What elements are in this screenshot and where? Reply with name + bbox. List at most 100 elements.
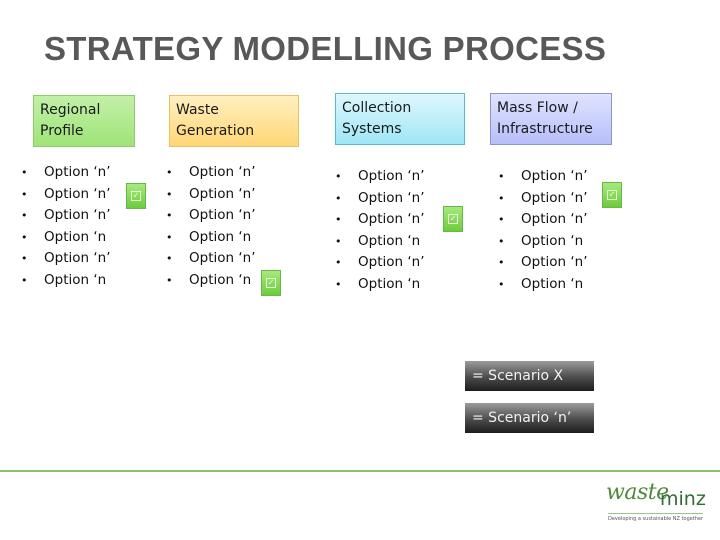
bullet-icon: • bbox=[498, 277, 505, 291]
option-label: Option ‘n’ bbox=[358, 211, 425, 228]
list-item[interactable]: • Option ‘n’ bbox=[498, 209, 588, 231]
option-label: Option ‘n’ bbox=[358, 254, 425, 271]
option-label: Option ‘n’ bbox=[44, 164, 111, 180]
bullet-icon: • bbox=[166, 273, 173, 287]
legend-scenario-n: = Scenario ‘n’ bbox=[465, 403, 594, 433]
list-item[interactable]: • Option ‘n’ bbox=[498, 252, 588, 274]
options-list-waste-generation: • Option ‘n’ • Option ‘n’ • Option ‘n’ • Opt… bbox=[166, 162, 256, 292]
list-item[interactable]: • Option ‘n’ bbox=[166, 184, 256, 206]
bullet-icon: • bbox=[335, 170, 342, 183]
option-label: Option ‘n’ bbox=[44, 207, 111, 224]
option-label: Option ‘n’ bbox=[44, 250, 111, 267]
option-label: Option ‘n’ bbox=[189, 250, 256, 267]
bullet-icon: • bbox=[166, 252, 173, 266]
header-waste-generation: Waste Generation bbox=[169, 95, 299, 147]
option-label: Option ‘n bbox=[189, 228, 252, 245]
option-label: Option ‘n’ bbox=[358, 189, 425, 206]
bullet-icon: • bbox=[166, 209, 173, 223]
checkbox-checked-icon[interactable]: ✓ bbox=[126, 183, 146, 209]
option-label: Option ‘n’ bbox=[189, 185, 256, 202]
bullet-icon: • bbox=[21, 187, 28, 201]
list-item[interactable]: • Option ‘n’ bbox=[335, 209, 425, 231]
check-icon: ✓ bbox=[448, 214, 458, 224]
bullet-icon: • bbox=[21, 166, 28, 179]
check-icon: ✓ bbox=[607, 190, 617, 200]
list-item[interactable]: • Option ‘n’ bbox=[335, 188, 425, 210]
option-label: Option ‘n’ bbox=[358, 168, 425, 184]
bullet-icon: • bbox=[498, 213, 505, 227]
list-item[interactable]: • Option ‘n bbox=[498, 231, 588, 253]
header-line1: Collection bbox=[342, 100, 412, 116]
list-item[interactable]: • Option ‘n’ bbox=[498, 166, 588, 188]
options-list-collection-systems: • Option ‘n’ • Option ‘n’ • Option ‘n’ • Opt… bbox=[335, 166, 425, 296]
bullet-icon: • bbox=[498, 170, 505, 183]
logo-word-minz: minz bbox=[660, 488, 706, 510]
list-item[interactable]: • Option ‘n’ bbox=[21, 184, 111, 206]
option-label: Option ‘n bbox=[358, 232, 421, 249]
list-item[interactable]: • Option ‘n’ bbox=[21, 162, 111, 184]
option-label: Option ‘n bbox=[521, 232, 584, 249]
list-item[interactable]: • Option ‘n bbox=[21, 227, 111, 249]
option-label: Option ‘n’ bbox=[521, 254, 588, 271]
list-item[interactable]: • Option ‘n’ bbox=[335, 166, 425, 188]
bullet-icon: • bbox=[335, 234, 342, 248]
list-item[interactable]: • Option ‘n bbox=[498, 274, 588, 296]
logo-rule bbox=[608, 513, 703, 514]
list-item[interactable]: • Option ‘n bbox=[335, 274, 425, 296]
header-line1: Regional bbox=[40, 102, 101, 118]
bullet-icon: • bbox=[166, 187, 173, 201]
option-label: Option ‘n bbox=[44, 271, 107, 288]
bullet-icon: • bbox=[21, 273, 28, 287]
bullet-icon: • bbox=[498, 234, 505, 248]
option-label: Option ‘n’ bbox=[189, 207, 256, 224]
list-item[interactable]: • Option ‘n’ bbox=[166, 162, 256, 184]
bullet-icon: • bbox=[335, 256, 342, 270]
header-regional-profile: Regional Profile bbox=[33, 95, 135, 147]
wasteminz-logo: waste minz Developing a sustainable NZ t… bbox=[606, 480, 706, 528]
list-item[interactable]: • Option ‘n’ bbox=[498, 188, 588, 210]
list-item[interactable]: • Option ‘n’ bbox=[21, 205, 111, 227]
bullet-icon: • bbox=[335, 213, 342, 227]
header-line1: Mass Flow / bbox=[497, 100, 578, 116]
list-item[interactable]: • Option ‘n’ bbox=[335, 252, 425, 274]
checkbox-checked-icon[interactable]: ✓ bbox=[443, 206, 463, 232]
option-label: Option ‘n bbox=[44, 228, 107, 245]
bullet-icon: • bbox=[166, 230, 173, 244]
checkbox-checked-icon[interactable]: ✓ bbox=[261, 270, 281, 296]
bullet-icon: • bbox=[21, 252, 28, 266]
bullet-icon: • bbox=[21, 209, 28, 223]
header-mass-flow-infrastructure: Mass Flow / Infrastructure bbox=[490, 93, 612, 145]
header-collection-systems: Collection Systems bbox=[335, 93, 465, 145]
bullet-icon: • bbox=[335, 191, 342, 205]
bullet-icon: • bbox=[498, 256, 505, 270]
list-item[interactable]: • Option ‘n’ bbox=[21, 248, 111, 270]
header-line2: Systems bbox=[342, 121, 402, 137]
options-list-mass-flow-infrastructure: • Option ‘n’ • Option ‘n’ • Option ‘n’ • Opt… bbox=[498, 166, 588, 296]
header-line1: Waste bbox=[176, 102, 219, 118]
check-icon: ✓ bbox=[266, 278, 276, 288]
option-label: Option ‘n’ bbox=[521, 189, 588, 206]
page-title: STRATEGY MODELLING PROCESS bbox=[44, 30, 607, 67]
footer-divider bbox=[0, 470, 720, 472]
option-label: Option ‘n bbox=[521, 275, 584, 292]
bullet-icon: • bbox=[498, 191, 505, 205]
list-item[interactable]: • Option ‘n bbox=[166, 270, 256, 292]
option-label: Option ‘n bbox=[358, 275, 421, 292]
bullet-icon: • bbox=[166, 166, 173, 179]
options-list-regional-profile: • Option ‘n’ • Option ‘n’ • Option ‘n’ • Opt… bbox=[21, 162, 111, 292]
header-line2: Infrastructure bbox=[497, 121, 593, 137]
option-label: Option ‘n’ bbox=[521, 168, 588, 184]
logo-tagline: Developing a sustainable NZ together bbox=[608, 516, 704, 522]
list-item[interactable]: • Option ‘n’ bbox=[166, 248, 256, 270]
header-line2: Profile bbox=[40, 123, 84, 139]
list-item[interactable]: • Option ‘n bbox=[166, 227, 256, 249]
list-item[interactable]: • Option ‘n’ bbox=[166, 205, 256, 227]
legend-scenario-x: = Scenario X bbox=[465, 361, 594, 391]
list-item[interactable]: • Option ‘n bbox=[335, 231, 425, 253]
list-item[interactable]: • Option ‘n bbox=[21, 270, 111, 292]
checkbox-checked-icon[interactable]: ✓ bbox=[602, 182, 622, 208]
option-label: Option ‘n’ bbox=[521, 211, 588, 228]
bullet-icon: • bbox=[335, 277, 342, 291]
bullet-icon: • bbox=[21, 230, 28, 244]
option-label: Option ‘n’ bbox=[189, 164, 256, 180]
